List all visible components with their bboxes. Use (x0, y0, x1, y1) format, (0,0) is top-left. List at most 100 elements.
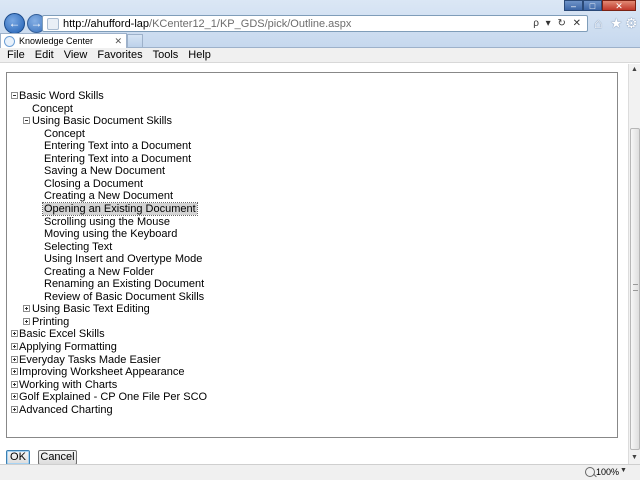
expand-icon[interactable] (23, 317, 30, 325)
tree-node[interactable]: Concept (7, 103, 607, 115)
menu-file[interactable]: File (2, 48, 30, 62)
tree-node-label[interactable]: Entering Text into a Document (44, 140, 191, 152)
minimize-button[interactable]: – (564, 0, 583, 11)
tree-node[interactable]: Saving a New Document (7, 165, 607, 177)
tree-node-label[interactable]: Everyday Tasks Made Easier (19, 354, 161, 366)
menu-tools[interactable]: Tools (148, 48, 184, 62)
tree-node[interactable]: Basic Excel Skills (7, 328, 607, 340)
star-icon[interactable]: ★ (610, 15, 623, 31)
tree-node[interactable]: Opening an Existing Document (7, 201, 607, 216)
tree-node-label[interactable]: Printing (32, 316, 69, 328)
tree-node-label[interactable]: Creating a New Folder (44, 266, 154, 278)
menu-edit[interactable]: Edit (30, 48, 59, 62)
tree-node-label[interactable]: Using Insert and Overtype Mode (44, 253, 202, 265)
outline-tree: Basic Word Skills Concept Using Basic Docu… (6, 72, 618, 438)
tree-node[interactable]: Entering Text into a Document (7, 140, 607, 152)
tree-node-label[interactable]: Renaming an Existing Document (44, 278, 204, 290)
tree-node-label[interactable]: Selecting Text (44, 241, 112, 253)
tree-node-label[interactable]: Closing a Document (44, 178, 143, 190)
expand-icon[interactable] (11, 380, 18, 388)
tree-node-label[interactable]: Golf Explained - CP One File Per SCO (19, 391, 207, 403)
tree-node-label[interactable]: Scrolling using the Mouse (44, 216, 170, 228)
vertical-scrollbar[interactable]: ▲ ▼ (628, 64, 640, 464)
tree-node[interactable]: Everyday Tasks Made Easier (7, 354, 607, 366)
tree-node-label[interactable]: Review of Basic Document Skills (44, 291, 204, 303)
expand-icon[interactable] (11, 368, 18, 376)
tree-node-label[interactable]: Saving a New Document (44, 165, 165, 177)
tree-node[interactable]: Printing (7, 316, 607, 328)
tree-node[interactable]: Applying Formatting (7, 341, 607, 353)
cancel-button[interactable]: Cancel (38, 450, 77, 465)
scroll-up-icon[interactable]: ▲ (629, 64, 640, 76)
home-icon[interactable]: ⌂ (594, 15, 602, 31)
tree-node[interactable]: Using Basic Text Editing (7, 303, 607, 315)
zoom-dropdown-icon[interactable]: ▼ (620, 467, 627, 474)
scroll-down-icon[interactable]: ▼ (629, 452, 640, 464)
menu-view[interactable]: View (59, 48, 93, 62)
tree-node[interactable]: Scrolling using the Mouse (7, 216, 607, 228)
window-controls: – □ ✕ (564, 0, 636, 11)
tree-node-label[interactable]: Applying Formatting (19, 341, 117, 353)
expand-icon[interactable] (11, 393, 18, 401)
tree-node-label[interactable]: Basic Word Skills (19, 90, 104, 102)
tree-node-label[interactable]: Opening an Existing Document (42, 201, 198, 216)
tree-node-label[interactable]: Advanced Charting (19, 404, 113, 416)
maximize-button[interactable]: □ (583, 0, 602, 11)
tab-knowledge-center[interactable]: Knowledge Center ✕ (0, 33, 127, 48)
tree-node[interactable]: Closing a Document (7, 178, 607, 190)
browser-chrome: – □ ✕ ← → http://ahufford-lap /KCenter12… (0, 0, 640, 48)
tree-node-label[interactable]: Using Basic Document Skills (32, 115, 172, 127)
tree-node[interactable]: Selecting Text (7, 241, 607, 253)
address-bar[interactable]: http://ahufford-lap /KCenter12_1/KP_GDS/… (42, 15, 588, 32)
scroll-grip-icon (633, 284, 638, 291)
tree-node-label[interactable]: Working with Charts (19, 379, 117, 391)
menu-bar: File Edit View Favorites Tools Help (0, 48, 640, 63)
tree-node-label[interactable]: Creating a New Document (44, 190, 173, 202)
new-tab-button[interactable] (127, 34, 143, 47)
expand-icon[interactable] (11, 405, 18, 413)
tree-node-label[interactable]: Improving Worksheet Appearance (19, 366, 185, 378)
tree-node[interactable]: Review of Basic Document Skills (7, 291, 607, 303)
tree-node-label[interactable]: Concept (32, 103, 73, 115)
tree-node-label[interactable]: Concept (44, 128, 85, 140)
page-content: Basic Word Skills Concept Using Basic Docu… (0, 64, 628, 465)
tree-node[interactable]: Moving using the Keyboard (7, 228, 607, 240)
address-host: http://ahufford-lap (63, 17, 150, 30)
status-bar: 100% ▼ (0, 464, 640, 480)
collapse-icon[interactable] (11, 92, 18, 99)
tree-node[interactable]: Concept (7, 128, 607, 140)
tree-node-label[interactable]: Using Basic Text Editing (32, 303, 150, 315)
tree-node[interactable]: Golf Explained - CP One File Per SCO (7, 391, 607, 403)
zoom-icon[interactable] (585, 467, 595, 477)
collapse-icon[interactable] (23, 117, 30, 125)
tree-node[interactable]: Working with Charts (7, 379, 607, 391)
tab-close-icon[interactable]: ✕ (114, 36, 122, 47)
expand-icon[interactable] (23, 305, 30, 313)
tree-node[interactable]: Creating a New Document (7, 190, 607, 202)
zoom-level[interactable]: 100% (596, 467, 619, 477)
back-arrow-icon[interactable]: ← (4, 13, 25, 34)
ok-button[interactable]: OK (6, 450, 30, 465)
tree-node-label[interactable]: Entering Text into a Document (44, 153, 191, 165)
tree-node-label[interactable]: Moving using the Keyboard (44, 228, 177, 240)
address-tools[interactable]: ρ ▾ ↻ ✕ (533, 16, 583, 31)
scroll-thumb[interactable] (630, 128, 640, 450)
tree-node[interactable]: Using Basic Document Skills (7, 115, 607, 127)
expand-icon[interactable] (11, 355, 18, 363)
tree-node[interactable]: Renaming an Existing Document (7, 278, 607, 290)
gear-icon[interactable]: ⚙ (625, 15, 638, 31)
tab-page-icon (4, 35, 15, 47)
tree-node[interactable]: Improving Worksheet Appearance (7, 366, 607, 378)
tree-node[interactable]: Creating a New Folder (7, 266, 607, 278)
expand-icon[interactable] (11, 330, 18, 338)
tree-node-label[interactable]: Basic Excel Skills (19, 328, 105, 340)
page-icon (47, 17, 59, 30)
menu-favorites[interactable]: Favorites (92, 48, 147, 62)
close-window-button[interactable]: ✕ (602, 0, 636, 11)
tree-node[interactable]: Entering Text into a Document (7, 153, 607, 165)
menu-help[interactable]: Help (183, 48, 216, 62)
tree-node[interactable]: Using Insert and Overtype Mode (7, 253, 607, 265)
expand-icon[interactable] (11, 343, 18, 350)
tree-node[interactable]: Advanced Charting (7, 404, 607, 416)
tree-node[interactable]: Basic Word Skills (7, 90, 607, 102)
